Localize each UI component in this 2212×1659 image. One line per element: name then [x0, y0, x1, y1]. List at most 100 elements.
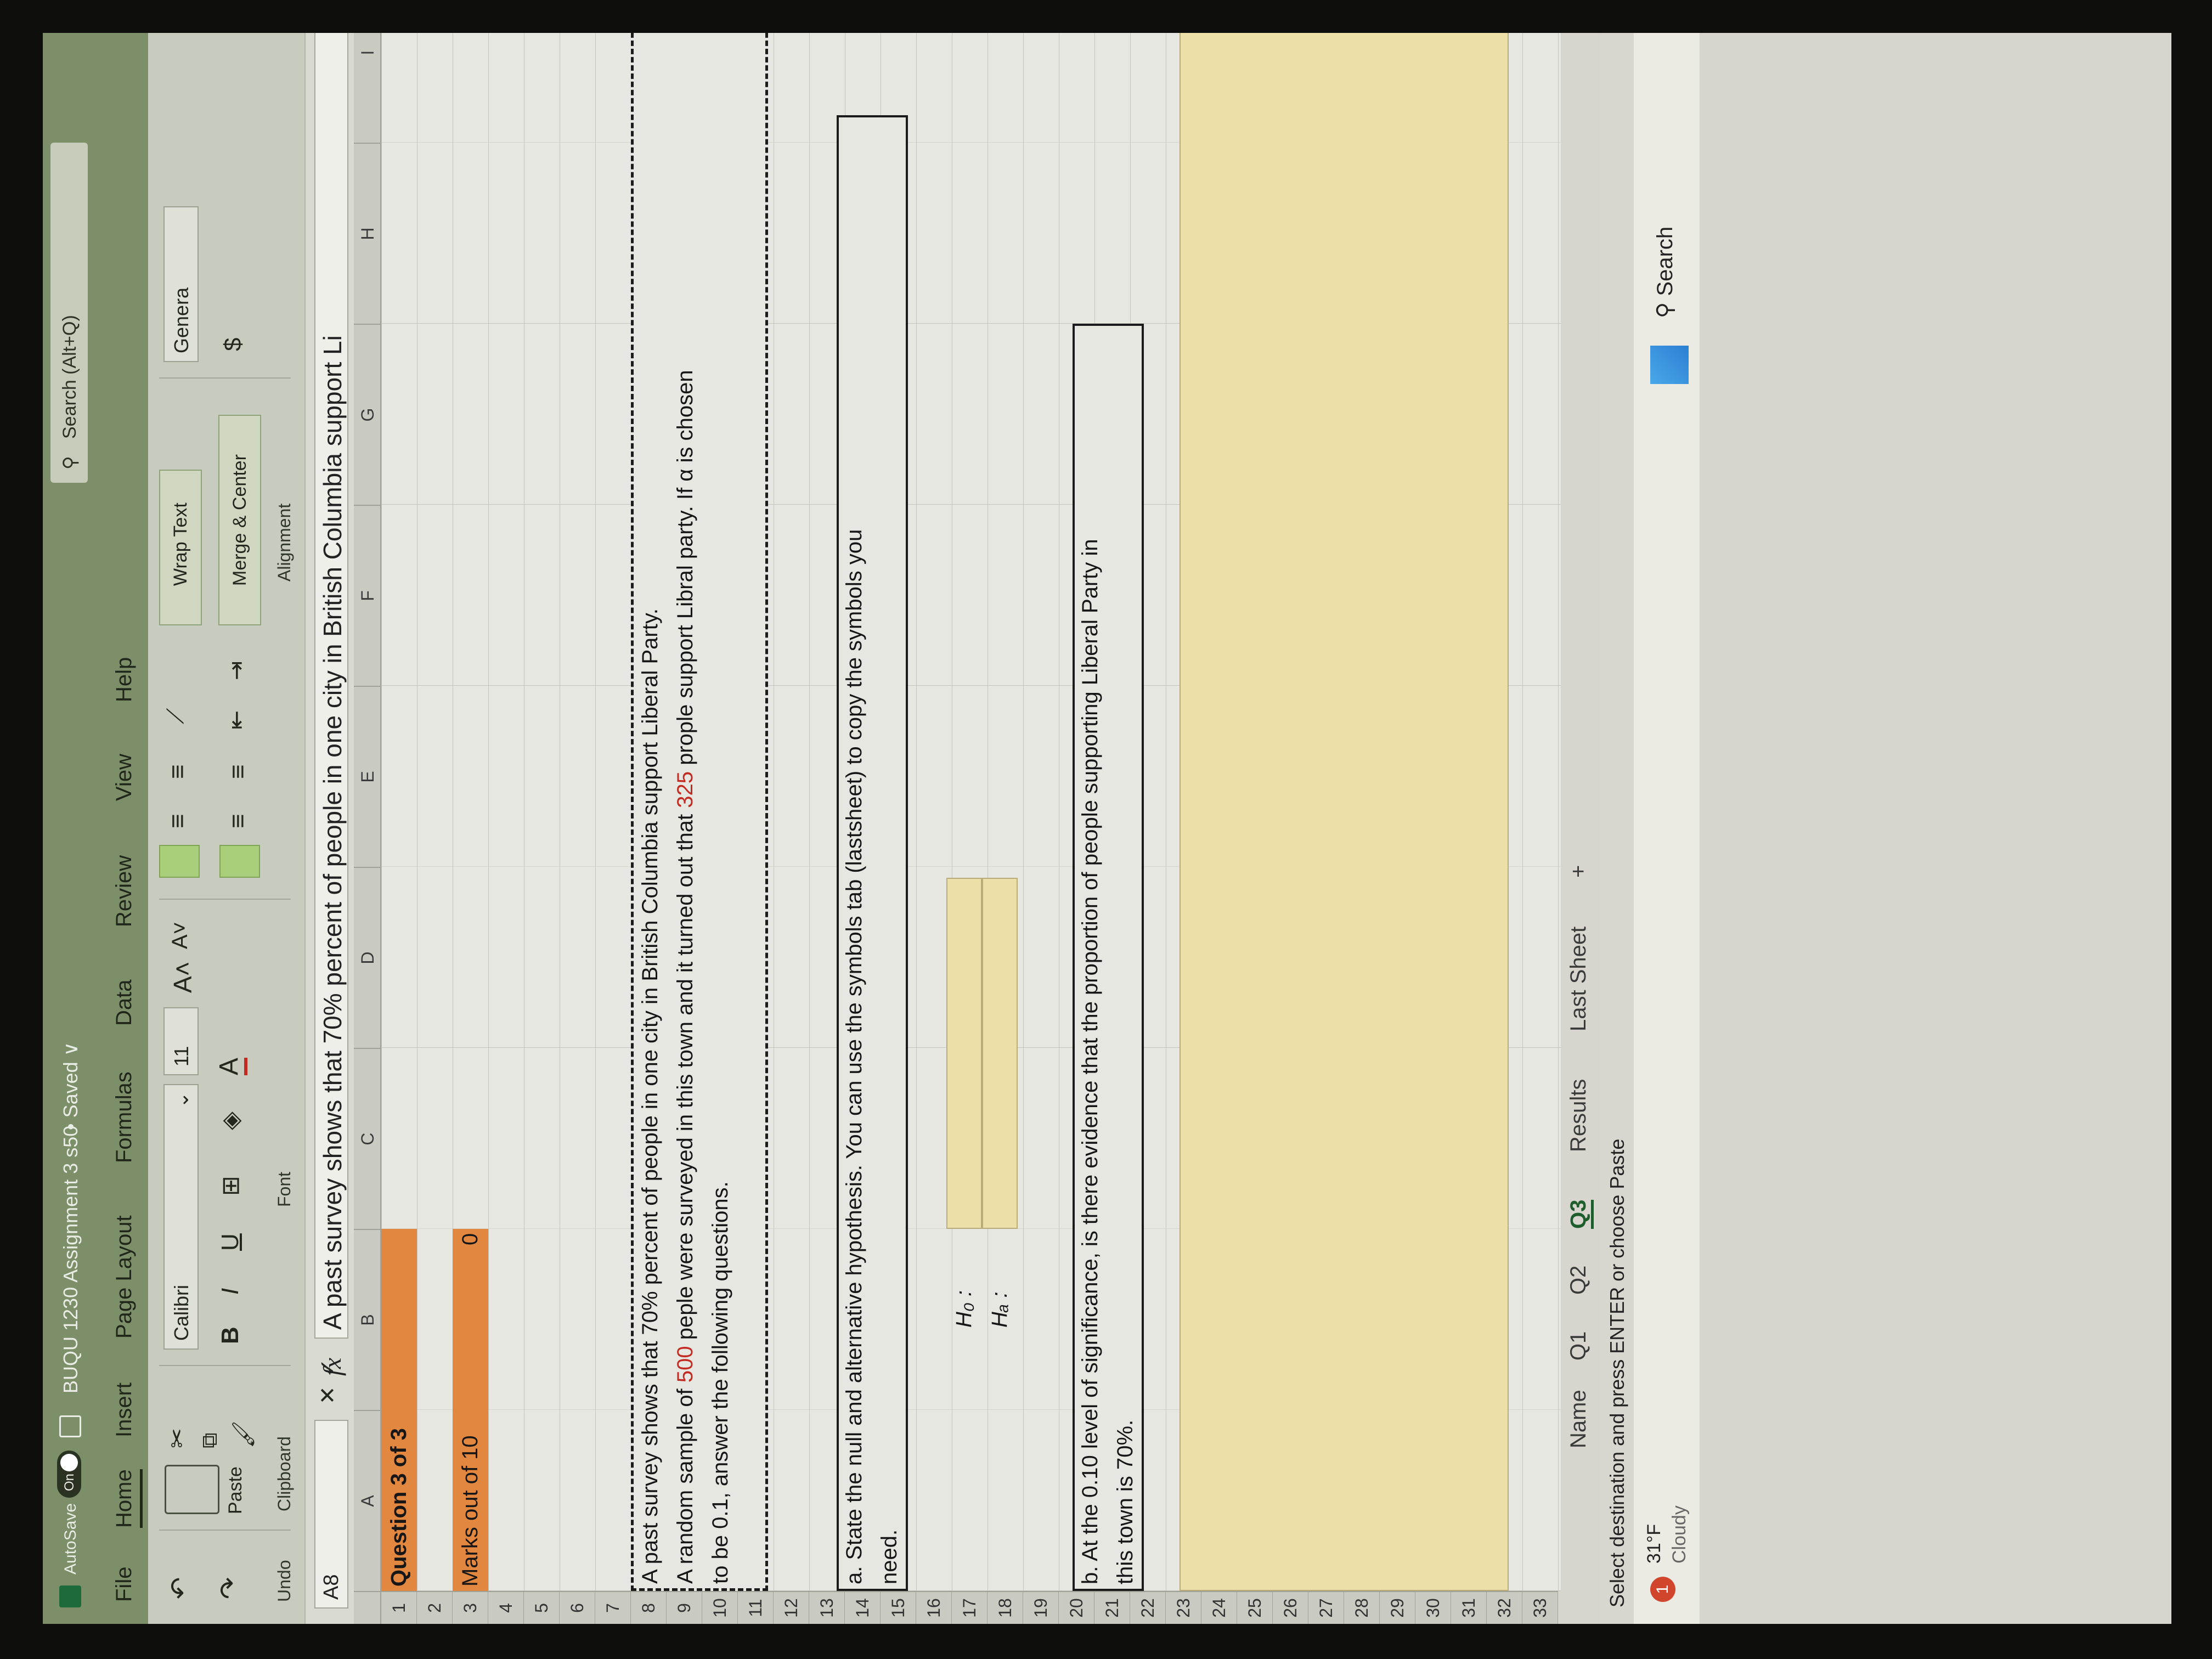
temperature[interactable]: 31°F	[1644, 1524, 1665, 1564]
tab-results[interactable]: Results	[1566, 1079, 1591, 1152]
tab-q2[interactable]: Q2	[1566, 1266, 1591, 1295]
row-header[interactable]: 8	[631, 1591, 667, 1624]
autosave-toggle[interactable]: On	[57, 1451, 81, 1498]
search-box[interactable]: ⚲ Search (Alt+Q)	[50, 143, 88, 483]
menu-file[interactable]: File	[112, 1567, 137, 1602]
decrease-indent-icon[interactable]: ⇤	[223, 710, 250, 730]
fill-color-icon[interactable]: ◈	[217, 1111, 245, 1130]
font-color-button[interactable]: A	[214, 1057, 247, 1075]
paste-icon[interactable]	[165, 1465, 219, 1514]
cancel-icon[interactable]: ✕	[315, 1386, 341, 1404]
row-header[interactable]: 16	[916, 1591, 952, 1624]
orientation-icon[interactable]: ⟋	[162, 708, 189, 724]
italic-button[interactable]: I	[217, 1288, 244, 1295]
copy-icon[interactable]: ⧉	[198, 1432, 222, 1448]
align-middle-icon[interactable]: ≡	[162, 814, 192, 828]
increase-font-button[interactable]: A˄	[168, 961, 198, 993]
row-header[interactable]: 17	[952, 1591, 988, 1624]
row-header[interactable]: 29	[1380, 1591, 1415, 1624]
column-header-d[interactable]: D	[354, 867, 381, 1048]
menu-insert[interactable]: Insert	[112, 1383, 137, 1437]
merge-center-button[interactable]: Merge & Center	[218, 415, 261, 625]
column-header-g[interactable]: G	[354, 324, 381, 505]
column-header-e[interactable]: E	[354, 686, 381, 867]
row-header[interactable]: 31	[1451, 1591, 1487, 1624]
currency-button[interactable]: $	[219, 338, 247, 351]
align-top-icon[interactable]	[159, 845, 200, 878]
number-format-select[interactable]: Genera	[163, 206, 199, 362]
row-header[interactable]: 4	[488, 1591, 524, 1624]
wrap-text-button[interactable]: Wrap Text	[159, 470, 202, 625]
row-header[interactable]: 13	[809, 1591, 845, 1624]
row-header[interactable]: 30	[1415, 1591, 1451, 1624]
row-header[interactable]: 2	[417, 1591, 453, 1624]
tab-name[interactable]: Name	[1566, 1390, 1591, 1448]
paste-label[interactable]: Paste	[225, 1466, 246, 1514]
row-header[interactable]: 33	[1522, 1591, 1558, 1624]
undo-icon[interactable]: ↶	[165, 1577, 195, 1599]
bold-button[interactable]: B	[217, 1327, 244, 1344]
menu-formulas[interactable]: Formulas	[112, 1071, 137, 1163]
row-header[interactable]: 32	[1487, 1591, 1522, 1624]
row-header[interactable]: 5	[524, 1591, 560, 1624]
tab-q3[interactable]: Q3	[1566, 1199, 1594, 1229]
row-header[interactable]: 6	[560, 1591, 595, 1624]
select-all-corner[interactable]	[354, 1591, 381, 1624]
menu-page-layout[interactable]: Page Layout	[112, 1215, 137, 1339]
underline-button[interactable]: U	[217, 1233, 244, 1251]
row-header[interactable]: 12	[774, 1591, 809, 1624]
name-box[interactable]: A8	[314, 1420, 348, 1609]
row-header[interactable]: 14	[845, 1591, 881, 1624]
menu-home[interactable]: Home	[112, 1469, 143, 1528]
column-header-i[interactable]: I	[354, 33, 381, 143]
column-header-a[interactable]: A	[354, 1410, 381, 1591]
align-right-icon[interactable]: ≡	[223, 764, 252, 779]
row-header[interactable]: 27	[1308, 1591, 1344, 1624]
borders-icon[interactable]: ⊞	[217, 1176, 245, 1196]
align-center-icon[interactable]: ≡	[223, 814, 252, 828]
increase-indent-icon[interactable]: ⇥	[223, 661, 250, 680]
menu-review[interactable]: Review	[112, 855, 137, 927]
row-header[interactable]: 21	[1094, 1591, 1130, 1624]
align-left-icon[interactable]	[219, 845, 260, 878]
row-header[interactable]: 3	[453, 1591, 488, 1624]
column-header-b[interactable]: B	[354, 1229, 381, 1410]
null-hypothesis-input[interactable]	[946, 878, 982, 1229]
saved-status[interactable]: • Saved ∨	[59, 1042, 82, 1130]
question-text-box[interactable]: A past survey shows that 70% percent of …	[631, 33, 768, 1591]
font-size-select[interactable]: 11	[163, 1007, 199, 1075]
row-header[interactable]: 18	[988, 1591, 1023, 1624]
decrease-font-button[interactable]: A˅	[168, 922, 193, 949]
row-header[interactable]: 26	[1273, 1591, 1308, 1624]
row-header[interactable]: 28	[1344, 1591, 1380, 1624]
row-header[interactable]: 10	[702, 1591, 738, 1624]
font-name-select[interactable]: Calibri ⌄	[163, 1084, 199, 1350]
cut-icon[interactable]: ✂	[163, 1428, 191, 1448]
row-header[interactable]: 24	[1201, 1591, 1237, 1624]
row-header[interactable]: 23	[1166, 1591, 1201, 1624]
alternative-hypothesis-input[interactable]	[982, 878, 1018, 1229]
menu-view[interactable]: View	[112, 754, 137, 801]
row-header[interactable]: 1	[381, 1591, 417, 1624]
row-header[interactable]: 15	[881, 1591, 916, 1624]
title-cell[interactable]: Question 3 of 3	[381, 1229, 417, 1591]
row-header[interactable]: 25	[1237, 1591, 1273, 1624]
part-b-answer-area[interactable]	[1180, 33, 1509, 1591]
menu-data[interactable]: Data	[112, 980, 137, 1026]
formula-input[interactable]: fx A past survey shows that 70% percent …	[314, 33, 348, 1376]
row-header[interactable]: 11	[738, 1591, 774, 1624]
taskbar-search[interactable]: ⚲ Search	[1652, 227, 1678, 318]
column-header-h[interactable]: H	[354, 143, 381, 324]
row-header[interactable]: 20	[1059, 1591, 1094, 1624]
row-header[interactable]: 7	[595, 1591, 631, 1624]
tab-last-sheet[interactable]: Last Sheet	[1566, 927, 1591, 1031]
format-painter-icon[interactable]: 🖌	[230, 1420, 256, 1448]
row-header[interactable]: 19	[1023, 1591, 1059, 1624]
align-bottom-icon[interactable]: ≡	[162, 764, 192, 779]
column-header-c[interactable]: C	[354, 1048, 381, 1229]
cell-area[interactable]: Question 3 of 3 Marks out of 10 0 A past…	[381, 33, 1561, 1591]
redo-icon[interactable]: ↷	[214, 1577, 245, 1599]
windows-start-icon[interactable]	[1650, 346, 1689, 384]
tab-q1[interactable]: Q1	[1566, 1331, 1591, 1361]
save-icon[interactable]	[59, 1415, 81, 1437]
